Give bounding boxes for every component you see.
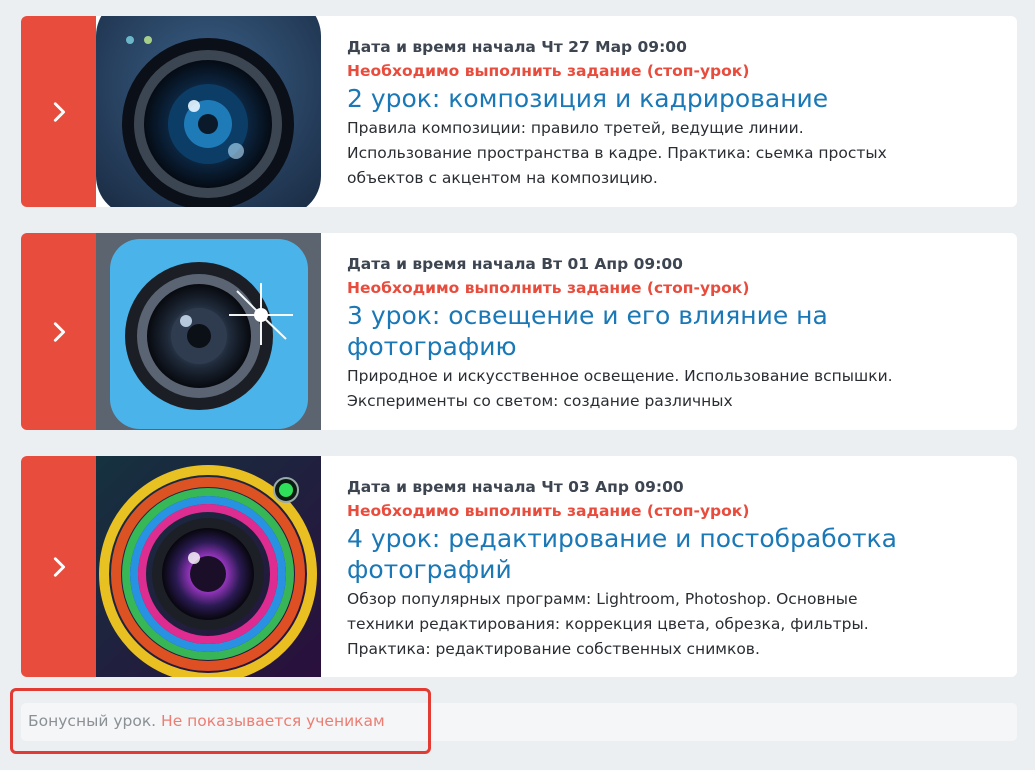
lesson-start-date: Дата и время начала Вт 01 Апр 09:00 [347, 255, 683, 273]
camera-lens-blue-icon [96, 233, 321, 430]
lesson-start-date: Дата и время начала Чт 27 Мар 09:00 [347, 38, 687, 56]
lesson-image [96, 16, 321, 207]
highlight-annotation-box [10, 688, 431, 754]
lesson-card[interactable]: Дата и время начала Чт 27 Мар 09:00 Необ… [21, 16, 1017, 207]
lesson-title-link[interactable]: 4 урок: редактирование и постобработка ф… [347, 523, 917, 585]
lesson-stop-warning: Необходимо выполнить задание (стоп-урок) [347, 502, 750, 520]
lesson-image [96, 233, 321, 430]
camera-lens-dark-icon [96, 16, 321, 207]
chevron-right-icon [53, 321, 65, 342]
lesson-card[interactable]: Дата и время начала Чт 03 Апр 09:00 Необ… [21, 456, 1017, 677]
lesson-description: Правила композиции: правило третей, веду… [347, 119, 887, 187]
chevron-right-icon [53, 556, 65, 577]
expand-lesson-button[interactable] [21, 456, 96, 677]
lesson-description: Природное и искусственное освещение. Исп… [347, 367, 893, 410]
lesson-stop-warning: Необходимо выполнить задание (стоп-урок) [347, 279, 750, 297]
expand-lesson-button[interactable] [21, 16, 96, 207]
lesson-stop-warning: Необходимо выполнить задание (стоп-урок) [347, 62, 750, 80]
lesson-image [96, 456, 321, 677]
lesson-description: Обзор популярных программ: Lightroom, Ph… [347, 590, 869, 658]
expand-lesson-button[interactable] [21, 233, 96, 430]
lesson-title-link[interactable]: 2 урок: композиция и кадрирование [347, 83, 917, 114]
chevron-right-icon [53, 101, 65, 122]
lesson-info: Дата и время начала Чт 03 Апр 09:00 Необ… [321, 456, 1017, 677]
lesson-info: Дата и время начала Вт 01 Апр 09:00 Необ… [321, 233, 1017, 430]
lesson-info: Дата и время начала Чт 27 Мар 09:00 Необ… [321, 16, 1017, 207]
lesson-title-link[interactable]: 3 урок: освещение и его влияние на фотог… [347, 300, 917, 362]
camera-lens-rainbow-icon [96, 456, 321, 677]
lesson-card[interactable]: Дата и время начала Вт 01 Апр 09:00 Необ… [21, 233, 1017, 430]
lesson-start-date: Дата и время начала Чт 03 Апр 09:00 [347, 478, 684, 496]
